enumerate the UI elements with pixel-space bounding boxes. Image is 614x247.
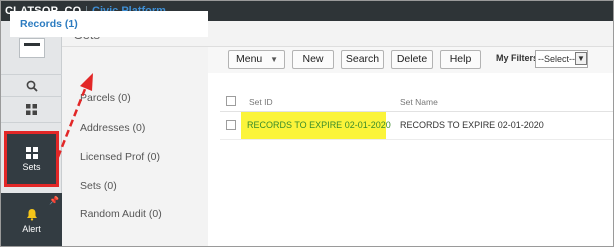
menu-button-label: Menu bbox=[236, 53, 263, 65]
new-button[interactable]: New bbox=[292, 50, 334, 69]
column-header-set-name[interactable]: Set Name bbox=[400, 97, 438, 107]
subnav-item-random-audit[interactable]: Random Audit (0) bbox=[80, 208, 162, 220]
logo-icon bbox=[18, 37, 45, 58]
help-button[interactable]: Help bbox=[440, 50, 481, 69]
rail-item-sets[interactable]: Sets bbox=[4, 131, 59, 187]
search-icon bbox=[26, 80, 38, 92]
sets-label: Sets bbox=[22, 161, 41, 172]
subnav-item-licensed-prof[interactable]: Licensed Prof (0) bbox=[80, 151, 160, 163]
menu-button[interactable]: Menu ▼ bbox=[228, 50, 285, 69]
app-window: CLATSOP_CO | Civic Platform bbox=[0, 0, 614, 247]
subnav-item-label: Records (1) bbox=[20, 18, 78, 30]
subnav-item-addresses[interactable]: Addresses (0) bbox=[80, 122, 145, 134]
set-id-link[interactable]: RECORDS TO EXPIRE 02-01-2020 bbox=[247, 120, 391, 130]
sets-icon bbox=[25, 146, 38, 159]
chevron-down-icon[interactable]: ▼ bbox=[575, 52, 587, 65]
chevron-down-icon: ▼ bbox=[270, 55, 278, 64]
grid-icon bbox=[26, 104, 37, 115]
rail-item-alert[interactable]: 📌 Alert bbox=[1, 193, 62, 246]
set-name-cell: RECORDS TO EXPIRE 02-01-2020 bbox=[400, 120, 544, 130]
subnav-item-parcels[interactable]: Parcels (0) bbox=[80, 92, 131, 104]
column-header-set-id[interactable]: Set ID bbox=[249, 97, 273, 107]
rail-apps[interactable] bbox=[1, 97, 62, 123]
subnav-item-records[interactable]: Records (1) bbox=[10, 11, 208, 37]
subnav-item-sets[interactable]: Sets (0) bbox=[80, 180, 117, 192]
table-row-divider bbox=[220, 139, 613, 140]
rail-search[interactable] bbox=[1, 75, 62, 97]
my-filters-label: My Filters bbox=[496, 53, 539, 63]
row-checkbox[interactable] bbox=[226, 120, 236, 130]
pin-icon[interactable]: 📌 bbox=[49, 196, 59, 205]
bell-icon bbox=[26, 208, 37, 221]
search-button[interactable]: Search bbox=[341, 50, 384, 69]
delete-button[interactable]: Delete bbox=[391, 50, 433, 69]
alert-label: Alert bbox=[22, 223, 41, 234]
select-all-checkbox[interactable] bbox=[226, 96, 236, 106]
left-rail: Sets 📌 Alert bbox=[1, 21, 62, 246]
main-content bbox=[208, 47, 613, 246]
